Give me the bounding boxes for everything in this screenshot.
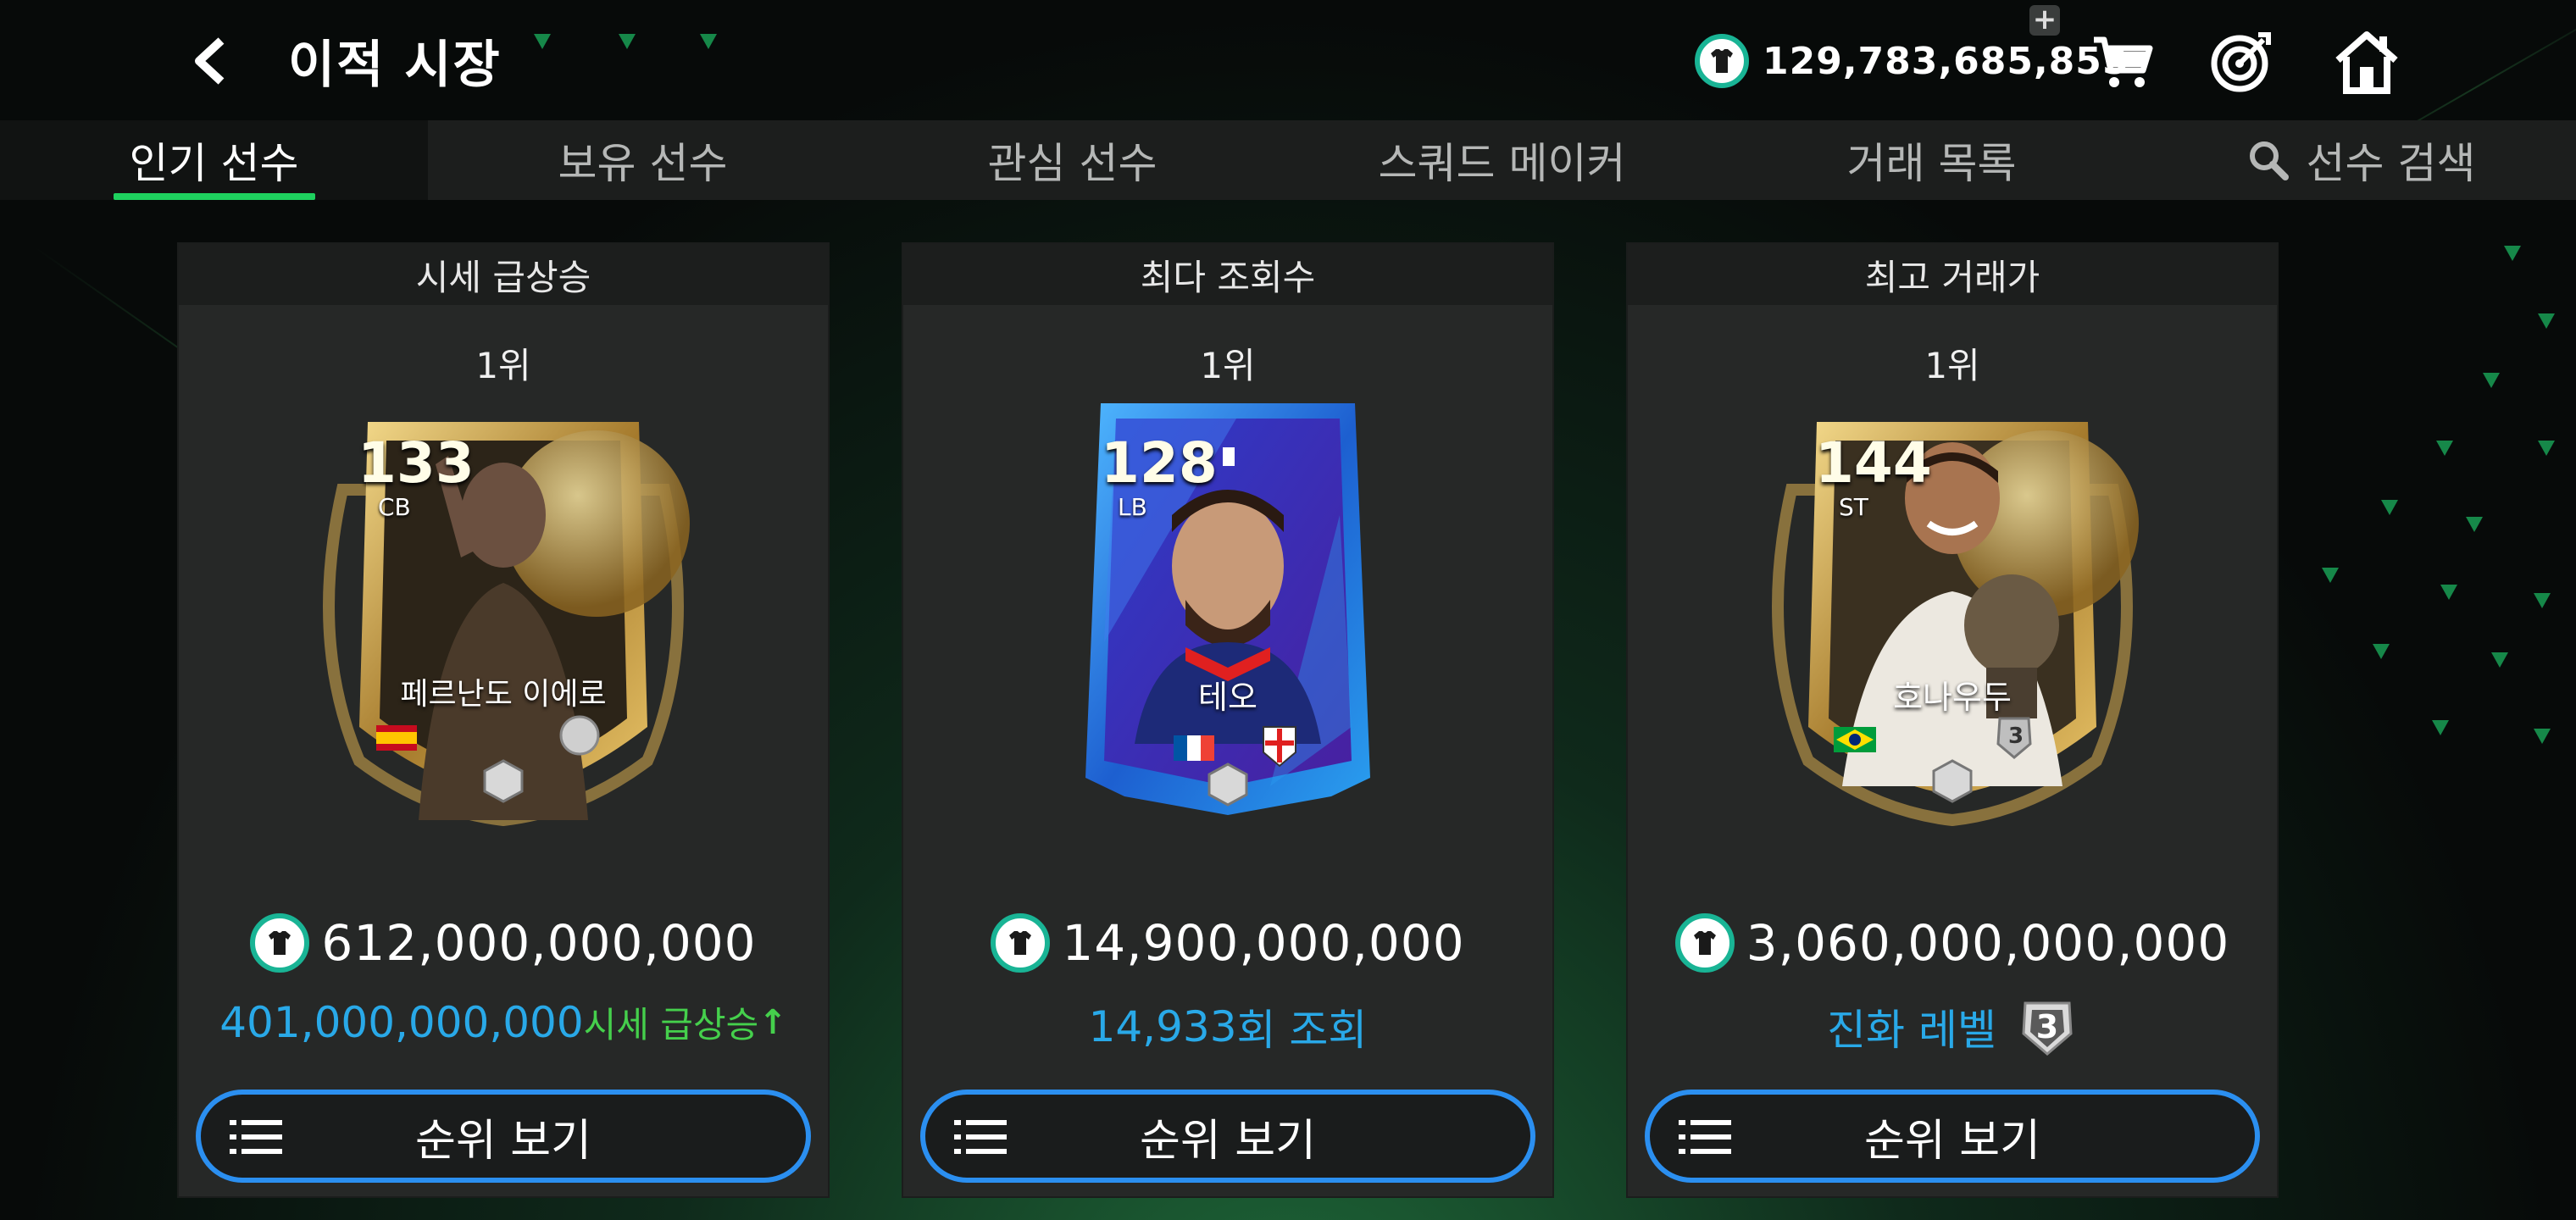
card-ovr: 133 — [358, 430, 475, 496]
add-currency-button[interactable]: + — [2029, 5, 2060, 36]
tab-bar: 인기 선수 보유 선수 관심 선수 스쿼드 메이커 거래 목록 선수 검색 — [0, 120, 2576, 200]
page-title: 이적 시장 — [288, 36, 502, 95]
player-card[interactable]: 144 ST 호나우두 3 — [1740, 388, 2164, 829]
player-price: 612,000,000,000 — [321, 914, 757, 972]
tab-owned-players[interactable]: 보유 선수 — [428, 120, 858, 200]
view-count-row: 14,933 회 조회 — [903, 996, 1552, 1057]
price-change-label: 시세 급상승 — [583, 1004, 759, 1045]
card-level-badge: 3 — [2008, 724, 2024, 749]
tab-player-search[interactable]: 선수 검색 — [2146, 120, 2576, 200]
rank-label: 1위 — [1924, 345, 1980, 386]
coin-icon — [250, 913, 310, 973]
currency-display: 129,783,685,855 — [1695, 34, 2129, 88]
up-arrow-icon: ↑ — [758, 1002, 787, 1042]
panel-heading: 시세 급상승 — [179, 244, 828, 305]
view-count-value: 14,933 — [1088, 1002, 1237, 1051]
panel-heading: 최고 거래가 — [1628, 244, 2277, 305]
card-art — [1772, 422, 2139, 827]
panel-price-surge: 시세 급상승 1위 133 CB 페르난도 이에로 612,000,000,00… — [179, 244, 828, 1196]
rank-label: 1위 — [475, 345, 531, 386]
evolution-level-row: 진화 레벨 3 — [1628, 996, 2277, 1057]
target-icon — [2211, 32, 2271, 92]
home-button[interactable] — [2329, 24, 2405, 100]
tab-popular-players[interactable]: 인기 선수 — [0, 120, 428, 200]
player-card[interactable]: 128 LB 테오 — [1016, 388, 1440, 829]
card-ovr: 128 — [1101, 430, 1218, 496]
home-icon — [2335, 31, 2398, 94]
tab-watchlist-players[interactable]: 관심 선수 — [858, 120, 1287, 200]
price-change-value: 401,000,000,000 — [219, 997, 584, 1047]
price-row: 3,060,000,000,000 — [1628, 913, 2277, 973]
coin-icon — [1695, 34, 1749, 88]
coin-icon — [991, 913, 1051, 973]
price-change-row: 401,000,000,000 시세 급상승 ↑ — [179, 996, 828, 1048]
top-bar: 이적 시장 129,783,685,855 + — [0, 0, 2576, 120]
view-ranking-button[interactable]: 순위 보기 — [920, 1090, 1535, 1183]
tab-squad-maker[interactable]: 스쿼드 메이커 — [1287, 120, 1717, 200]
card-ovr: 144 — [1815, 430, 1932, 496]
cart-icon — [2094, 36, 2153, 87]
card-position: CB — [378, 493, 411, 521]
price-row: 612,000,000,000 — [179, 913, 828, 973]
view-ranking-button[interactable]: 순위 보기 — [1645, 1090, 2260, 1183]
card-art — [323, 422, 690, 827]
panel-heading: 최다 조회수 — [903, 244, 1552, 305]
list-icon — [230, 1120, 282, 1154]
cart-button[interactable] — [2085, 24, 2161, 100]
currency-value: 129,783,685,855 — [1763, 39, 2129, 83]
level-shield-icon: 3 — [2017, 996, 2078, 1057]
view-ranking-button[interactable]: 순위 보기 — [196, 1090, 811, 1183]
level-value: 3 — [2035, 1008, 2059, 1045]
card-position: LB — [1118, 493, 1147, 521]
card-player-name: 페르난도 이에로 — [400, 677, 607, 712]
tab-trade-list[interactable]: 거래 목록 — [1717, 120, 2146, 200]
card-player-name: 테오 — [1198, 679, 1257, 716]
panel-most-viewed: 최다 조회수 1위 128 LB 테오 14,900,000,000 14,93… — [903, 244, 1552, 1196]
search-icon — [2249, 141, 2289, 180]
card-player-name: 호나우두 — [1893, 679, 2012, 716]
rank-label: 1위 — [1200, 345, 1256, 386]
back-button[interactable] — [182, 34, 236, 88]
list-icon — [954, 1120, 1007, 1154]
evolution-level-label: 진화 레벨 — [1827, 1006, 1996, 1055]
panel-highest-price: 최고 거래가 1위 144 ST 호나우두 3 3,060,000,000,00… — [1628, 244, 2277, 1196]
list-icon — [1679, 1120, 1731, 1154]
card-art — [1085, 403, 1370, 815]
player-card[interactable]: 133 CB 페르난도 이에로 — [291, 388, 715, 829]
card-position: ST — [1839, 493, 1868, 521]
view-count-label: 회 조회 — [1236, 1006, 1368, 1055]
coin-icon — [1674, 913, 1735, 973]
target-button[interactable] — [2203, 24, 2279, 100]
back-icon — [195, 37, 225, 85]
price-row: 14,900,000,000 — [903, 913, 1552, 973]
player-price: 3,060,000,000,000 — [1746, 914, 2230, 972]
player-price: 14,900,000,000 — [1062, 914, 1465, 972]
